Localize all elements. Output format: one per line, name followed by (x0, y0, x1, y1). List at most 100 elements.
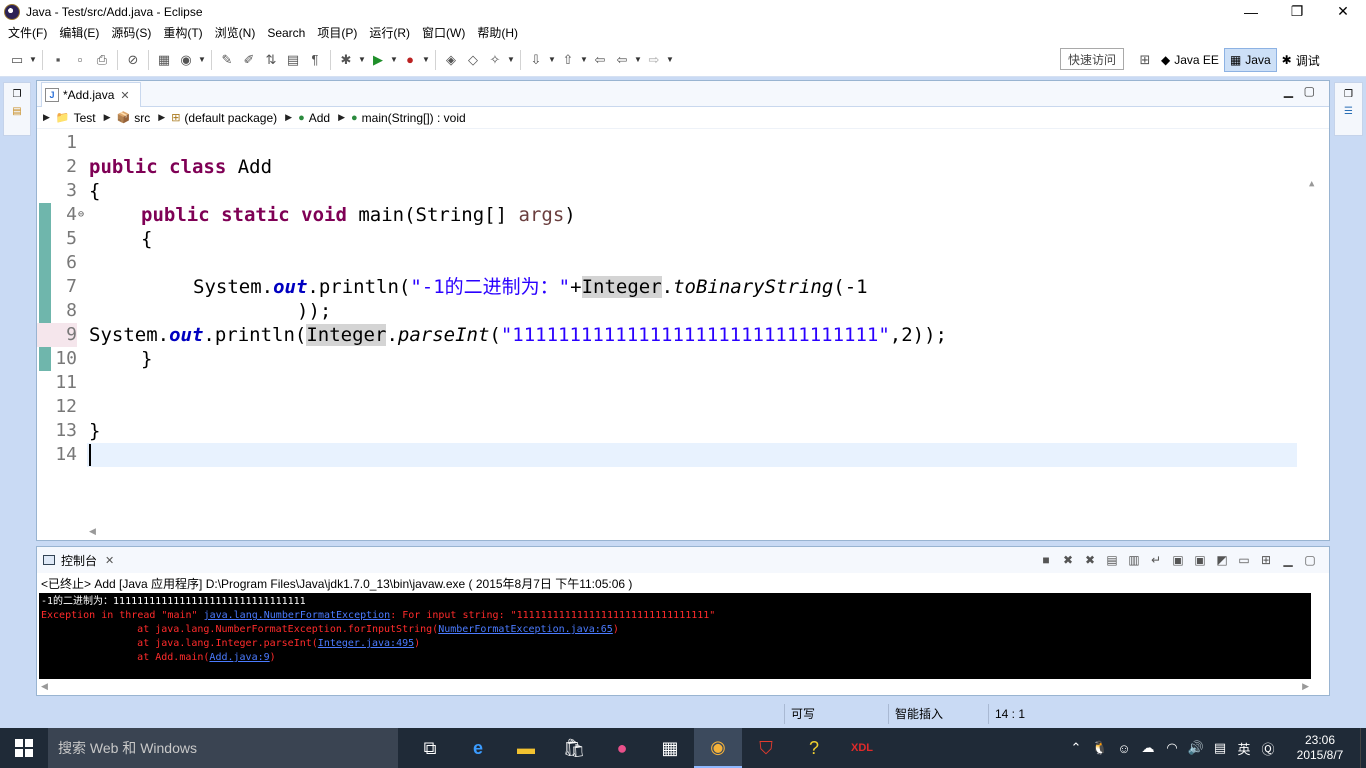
taskbar-search-box[interactable]: 搜索 Web 和 Windows (48, 728, 398, 768)
ime-indicator[interactable]: 英 (1232, 739, 1256, 758)
forward-dropdown-icon[interactable]: ▼ (665, 55, 675, 64)
maximize-icon[interactable]: ▢ (1304, 84, 1315, 98)
scroll-right-icon[interactable]: ▶ (1302, 681, 1309, 692)
save-all-icon[interactable]: ▫ (70, 50, 90, 70)
outline-icon[interactable]: ☰ (1344, 106, 1353, 117)
block-selection-icon[interactable]: ▤ (283, 50, 303, 70)
last-edit-location-icon[interactable]: ⇦ (590, 50, 610, 70)
next-annotation-icon[interactable]: ⇅ (261, 50, 281, 70)
save-icon[interactable]: ▪ (48, 50, 68, 70)
stacktrace-link[interactable]: java.lang.NumberFormatException (204, 610, 391, 621)
search-icon[interactable]: ✧ (485, 50, 505, 70)
stacktrace-link[interactable]: Integer.java:495 (318, 638, 414, 649)
scroll-lock-icon[interactable]: ▥ (1125, 551, 1143, 569)
skip-breakpoints-icon[interactable]: ⊘ (123, 50, 143, 70)
restore-icon[interactable]: ❐ (13, 89, 22, 100)
store-icon[interactable]: 🛍 (550, 728, 598, 768)
remove-all-terminated-icon[interactable]: ✖ (1081, 551, 1099, 569)
run-dropdown-icon[interactable]: ▼ (389, 55, 399, 64)
minimize-icon[interactable]: ▁ (1279, 551, 1297, 569)
previous-edit-dropdown-icon[interactable]: ▼ (579, 55, 589, 64)
code-editor[interactable]: 1 2 3 4 ⊖ 5 6 7 8 9 10 11 12 13 14 publi… (37, 129, 1329, 571)
vertical-scrollbar[interactable]: ▲▼ (1309, 179, 1323, 571)
perspective-java-ee[interactable]: ◆ Java EE (1156, 48, 1224, 72)
run-icon[interactable]: ▶ (368, 50, 388, 70)
stacktrace-link[interactable]: NumberFormatException.java:65 (438, 624, 613, 635)
word-wrap-icon[interactable]: ↵ (1147, 551, 1165, 569)
menu-project[interactable]: 项目(P) (311, 23, 363, 43)
close-icon[interactable]: ✕ (120, 89, 129, 102)
console-tab[interactable]: 控制台 ✕ (37, 548, 114, 572)
menu-search[interactable]: Search (261, 23, 311, 43)
new-class-icon[interactable]: ◉ (176, 50, 196, 70)
qq-icon[interactable]: 🐧 (1088, 740, 1112, 756)
xdl-app-icon[interactable]: XDL (838, 728, 886, 768)
menu-edit[interactable]: 编辑(E) (53, 23, 105, 43)
menu-help[interactable]: 帮助(H) (471, 23, 524, 43)
volume-icon[interactable]: 🔊 (1184, 740, 1208, 756)
fold-collapse-icon[interactable]: ⊖ (78, 209, 84, 220)
show-hidden-icons-chevron-icon[interactable]: ⌃ (1064, 740, 1088, 756)
wifi-icon[interactable]: ◠ (1160, 740, 1184, 756)
eclipse-taskbar-icon[interactable]: ◉ (694, 728, 742, 768)
clear-console-icon[interactable]: ▤ (1103, 551, 1121, 569)
restore-button[interactable]: ❐ (1274, 0, 1320, 23)
scroll-left-icon[interactable]: ◀ (89, 526, 96, 537)
breadcrumb-item-package[interactable]: ▶ ⊞ (default package) (158, 111, 277, 125)
next-edit-icon[interactable]: ⇩ (526, 50, 546, 70)
breadcrumb-item-src[interactable]: ▶ 📦 src (104, 111, 151, 125)
toggle-mark-occurrences-icon[interactable]: ✎ (217, 50, 237, 70)
breadcrumb-item-method[interactable]: ▶ ● main(String[]) : void (338, 111, 466, 125)
scroll-left-icon[interactable]: ◀ (41, 681, 48, 692)
pdf-reader-icon[interactable]: ⛉ (742, 728, 790, 768)
show-whitespace-icon[interactable]: ¶ (305, 50, 325, 70)
forward-icon[interactable]: ⇨ (644, 50, 664, 70)
help-app-icon[interactable]: ? (790, 728, 838, 768)
search-assistant-icon[interactable]: Ⓠ (1256, 739, 1280, 758)
search-dropdown-icon[interactable]: ▼ (506, 55, 516, 64)
edge-browser-icon[interactable]: e (454, 728, 502, 768)
debug-icon[interactable]: ✱ (336, 50, 356, 70)
maximize-icon[interactable]: ▢ (1301, 551, 1319, 569)
stacktrace-link[interactable]: Add.java:9 (209, 652, 269, 663)
scroll-up-icon[interactable]: ▲ (1309, 179, 1314, 189)
breadcrumb-item-project[interactable]: ▶ 📁 Test (43, 111, 96, 125)
show-on-output-icon[interactable]: ▣ (1169, 551, 1187, 569)
breadcrumb-item-class[interactable]: ▶ ● Add (285, 111, 330, 125)
open-type-icon[interactable]: ◈ (441, 50, 461, 70)
back-icon[interactable]: ⇦ (612, 50, 632, 70)
calendar-icon[interactable]: ▦ (646, 728, 694, 768)
display-console-icon[interactable]: ▭ (1235, 551, 1253, 569)
perspective-java[interactable]: ▦ Java (1223, 48, 1277, 72)
editor-tab-add-java[interactable]: J *Add.java ✕ (41, 82, 141, 107)
debug-dropdown-icon[interactable]: ▼ (357, 55, 367, 64)
open-console-icon[interactable]: ⊞ (1257, 551, 1275, 569)
menu-source[interactable]: 源码(S) (105, 23, 157, 43)
console-output[interactable]: -1的二进制为：11111111111111111111111111111111… (39, 593, 1311, 679)
perspective-debug[interactable]: ✱ 调试 (1277, 48, 1325, 72)
quick-access-input[interactable]: 快速访问 (1060, 48, 1124, 70)
previous-edit-icon[interactable]: ⇧ (558, 50, 578, 70)
open-task-icon[interactable]: ◇ (463, 50, 483, 70)
people-icon[interactable]: ☺ (1112, 741, 1136, 756)
new-dropdown-icon[interactable]: ▼ (28, 55, 38, 64)
taskbar-clock[interactable]: 23:06 2015/8/7 (1280, 733, 1360, 763)
new-java-project-icon[interactable]: ▦ (154, 50, 174, 70)
show-on-error-icon[interactable]: ▣ (1191, 551, 1209, 569)
minimize-icon[interactable]: ▁ (1284, 84, 1293, 98)
next-edit-dropdown-icon[interactable]: ▼ (547, 55, 557, 64)
close-button[interactable]: ✕ (1320, 0, 1366, 23)
back-dropdown-icon[interactable]: ▼ (633, 55, 643, 64)
color-app-icon[interactable]: ● (598, 728, 646, 768)
menu-run[interactable]: 运行(R) (363, 23, 416, 43)
cloud-icon[interactable]: ☁ (1136, 740, 1160, 756)
action-center-icon[interactable]: ▤ (1208, 740, 1232, 756)
file-explorer-icon[interactable]: ▬ (502, 728, 550, 768)
restore-icon[interactable]: ❐ (1344, 89, 1353, 100)
open-perspective-icon[interactable]: ⊞ (1135, 50, 1155, 70)
print-icon[interactable]: ⎙ (92, 50, 112, 70)
show-desktop-button[interactable] (1360, 728, 1366, 768)
minimize-button[interactable]: — (1228, 0, 1274, 23)
menu-file[interactable]: 文件(F) (2, 23, 53, 43)
package-explorer-icon[interactable]: ▤ (12, 106, 21, 117)
